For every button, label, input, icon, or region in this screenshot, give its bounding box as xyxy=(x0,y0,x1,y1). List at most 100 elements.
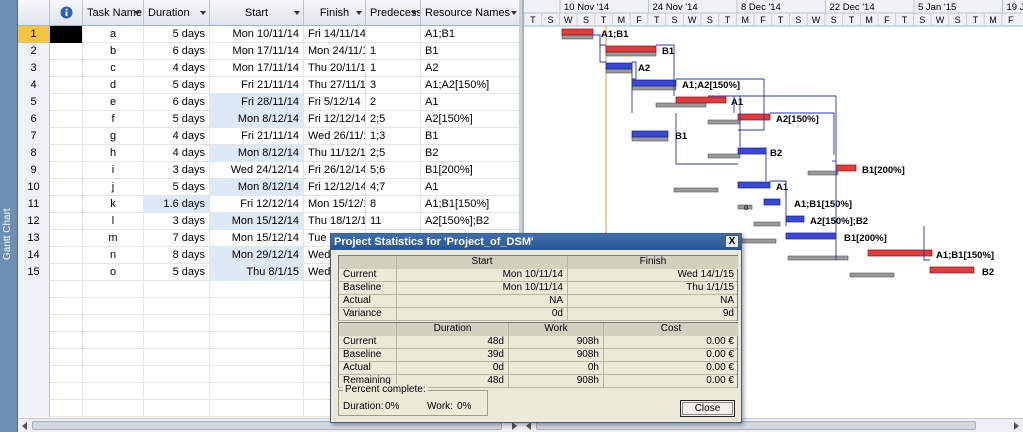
table-row[interactable]: 2 b6 daysMon 17/11/14Mon 24/11/141B1 xyxy=(18,43,521,60)
task-finish[interactable]: Mon 24/11/14 xyxy=(304,43,366,60)
task-resources[interactable]: A1;B1[150%] xyxy=(421,196,521,213)
row-header[interactable] xyxy=(18,315,50,332)
task-resources[interactable]: B1 xyxy=(421,128,521,145)
task-duration[interactable]: 7 days xyxy=(144,230,210,247)
table-row[interactable]: 11 k1.6 daysFri 12/12/14Mon 15/12/148A1;B… xyxy=(18,196,521,213)
indicator-cell[interactable] xyxy=(50,264,83,281)
row-header[interactable] xyxy=(18,349,50,366)
indicator-cell[interactable] xyxy=(50,128,83,145)
indicator-cell[interactable] xyxy=(50,400,83,417)
task-name[interactable]: a xyxy=(83,26,144,43)
task-predecessors[interactable]: 5;6 xyxy=(366,162,421,179)
task-start[interactable]: Mon 17/11/14 xyxy=(210,60,304,77)
select-all-corner[interactable] xyxy=(18,0,50,26)
indicator-cell[interactable] xyxy=(50,77,83,94)
task-id[interactable]: 11 xyxy=(18,196,50,213)
table-row[interactable]: 9 i3 days Wed 24/12/14 Fri 26/12/14 5;6 B1[20… xyxy=(18,162,521,179)
row-header[interactable] xyxy=(18,332,50,349)
task-id[interactable]: 14 xyxy=(18,247,50,264)
dialog-title[interactable]: Project Statistics for 'Project_of_DSM' … xyxy=(331,234,741,250)
task-duration[interactable]: 5 days xyxy=(144,77,210,94)
task-name[interactable]: g xyxy=(83,128,144,145)
task-id[interactable]: 13 xyxy=(18,230,50,247)
table-row[interactable]: 1 a5 days Mon 10/11/14 Fri 14/11/14 A1;B1 xyxy=(18,26,521,43)
task-start[interactable]: Fri 21/11/14 xyxy=(210,128,304,145)
task-finish[interactable]: Fri 14/11/14 xyxy=(304,26,366,43)
row-header[interactable] xyxy=(18,366,50,383)
chevron-down-icon[interactable] xyxy=(411,11,417,15)
task-duration[interactable]: 6 days xyxy=(144,43,210,60)
task-id[interactable]: 15 xyxy=(18,264,50,281)
task-id[interactable]: 5 xyxy=(18,94,50,111)
empty-cell[interactable] xyxy=(144,366,210,383)
task-duration[interactable]: 5 days xyxy=(144,264,210,281)
task-id[interactable]: 9 xyxy=(18,162,50,179)
task-resources[interactable]: A2[150%] xyxy=(421,111,521,128)
task-name[interactable]: j xyxy=(83,179,144,196)
table-row[interactable]: 12 l3 daysMon 15/12/14Thu 18/12/1411A2[15… xyxy=(18,213,521,230)
chevron-down-icon[interactable] xyxy=(356,11,362,15)
task-duration[interactable]: 3 days xyxy=(144,213,210,230)
task-start[interactable]: Fri 12/12/14 xyxy=(210,196,304,213)
close-button[interactable]: Close xyxy=(680,400,735,417)
task-finish[interactable]: Thu 11/12/14 xyxy=(304,145,366,162)
task-id[interactable]: 6 xyxy=(18,111,50,128)
indicator-cell[interactable] xyxy=(50,247,83,264)
empty-cell[interactable] xyxy=(83,281,144,298)
task-predecessors[interactable]: 1 xyxy=(366,43,421,60)
task-duration[interactable]: 5 days xyxy=(144,111,210,128)
table-row[interactable]: 8 h4 days Mon 8/12/14 Thu 11/12/14 2;5 B2 xyxy=(18,145,521,162)
table-row[interactable]: 4 d5 days Fri 21/11/14 Thu 27/11/14 3 A1;A2[1… xyxy=(18,77,521,94)
task-duration[interactable]: 5 days xyxy=(144,179,210,196)
task-name-header[interactable]: Task Name xyxy=(83,0,144,26)
row-header[interactable] xyxy=(18,383,50,400)
task-predecessors[interactable]: 4;7 xyxy=(366,179,421,196)
indicator-cell[interactable] xyxy=(50,315,83,332)
empty-cell[interactable] xyxy=(144,332,210,349)
task-resources[interactable]: B1 xyxy=(421,43,521,60)
empty-cell[interactable] xyxy=(83,332,144,349)
task-name[interactable]: k xyxy=(83,196,144,213)
task-resources[interactable]: A2 xyxy=(421,60,521,77)
chevron-down-icon[interactable] xyxy=(511,11,517,15)
task-predecessors[interactable]: 2;5 xyxy=(366,111,421,128)
row-header[interactable] xyxy=(18,298,50,315)
task-start[interactable]: Fri 21/11/14 xyxy=(210,77,304,94)
empty-cell[interactable] xyxy=(144,315,210,332)
task-predecessors[interactable]: 11 xyxy=(366,213,421,230)
empty-cell[interactable] xyxy=(210,400,304,417)
task-name[interactable]: m xyxy=(83,230,144,247)
chevron-down-icon[interactable] xyxy=(134,11,140,15)
chevron-down-icon[interactable] xyxy=(200,11,206,15)
resource-names-header[interactable]: Resource Names xyxy=(421,0,521,26)
indicator-cell[interactable] xyxy=(50,145,83,162)
task-resources[interactable]: B1[200%] xyxy=(421,162,521,179)
task-duration[interactable]: 4 days xyxy=(144,60,210,77)
empty-cell[interactable] xyxy=(210,366,304,383)
task-duration[interactable]: 6 days xyxy=(144,94,210,111)
task-duration[interactable]: 1.6 days xyxy=(144,196,210,213)
indicator-cell[interactable] xyxy=(50,383,83,400)
task-id[interactable]: 10 xyxy=(18,179,50,196)
indicator-cell[interactable] xyxy=(50,60,83,77)
predecessors-header[interactable]: Predecess xyxy=(366,0,421,26)
task-name[interactable]: e xyxy=(83,94,144,111)
task-name[interactable]: l xyxy=(83,213,144,230)
scroll-right-icon[interactable] xyxy=(1014,422,1019,430)
task-start[interactable]: Thu 8/1/15 xyxy=(210,264,304,281)
scroll-left-icon[interactable] xyxy=(526,422,531,430)
empty-cell[interactable] xyxy=(83,349,144,366)
task-predecessors[interactable] xyxy=(366,26,421,43)
table-row[interactable]: 7 g4 daysFri 21/11/14Wed 26/11/141;3B1 xyxy=(18,128,521,145)
task-resources[interactable]: B2 xyxy=(421,145,521,162)
task-start[interactable]: Mon 15/12/14 xyxy=(210,230,304,247)
empty-cell[interactable] xyxy=(210,315,304,332)
task-resources[interactable]: A2[150%];B2 xyxy=(421,213,521,230)
task-duration[interactable]: 4 days xyxy=(144,145,210,162)
empty-cell[interactable] xyxy=(83,315,144,332)
empty-cell[interactable] xyxy=(83,298,144,315)
empty-cell[interactable] xyxy=(83,400,144,417)
table-row[interactable]: 6 f5 days Mon 8/12/14 Fri 12/12/14 2;5 A2[150… xyxy=(18,111,521,128)
chevron-down-icon[interactable] xyxy=(294,11,300,15)
task-name[interactable]: h xyxy=(83,145,144,162)
